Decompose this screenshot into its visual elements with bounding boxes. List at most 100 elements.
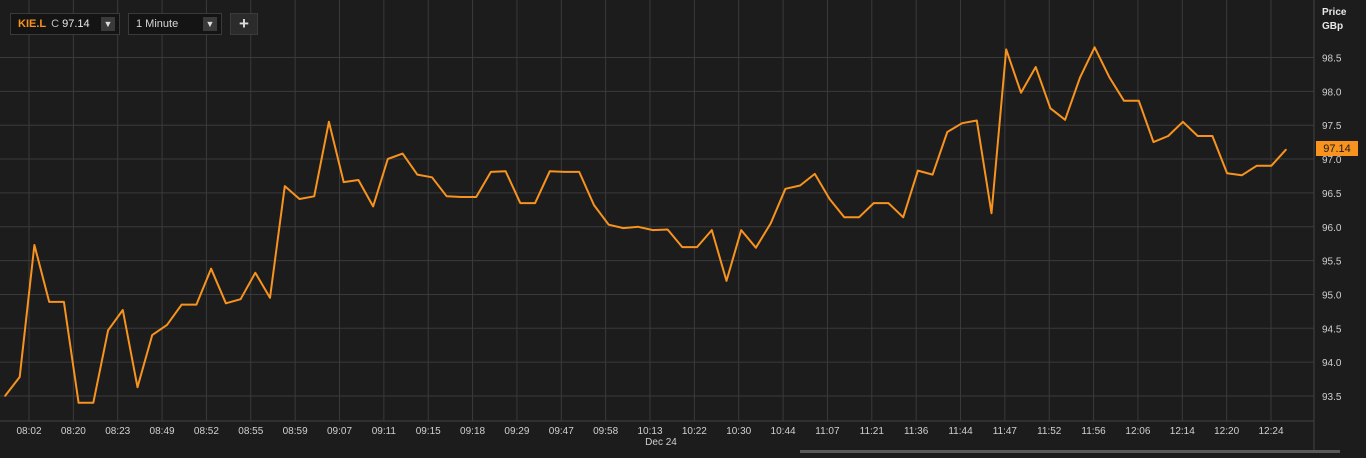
x-tick-label: 12:06	[1125, 426, 1150, 437]
data-point	[961, 122, 963, 124]
x-tick-label: 11:56	[1081, 426, 1106, 437]
data-point	[931, 173, 934, 176]
data-point	[990, 212, 993, 214]
data-point	[917, 169, 919, 172]
data-point	[180, 303, 183, 306]
data-point	[740, 229, 742, 231]
y-tick-label: 94.0	[1322, 358, 1342, 369]
data-point	[1064, 119, 1066, 121]
y-tick-label: 95.0	[1322, 290, 1342, 301]
data-point	[4, 395, 6, 397]
y-tick-label: 95.5	[1322, 257, 1342, 268]
x-tick-label: 11:44	[948, 426, 973, 437]
data-point	[298, 198, 301, 200]
data-point	[254, 272, 257, 274]
data-point	[1285, 148, 1287, 151]
chart-canvas[interactable]: 93.5 94.0 94.5 95.0 95.5 96.0 96.5 97.0 97.5 98.0…	[0, 0, 1366, 453]
dropdown-arrow-icon[interactable]: ▼	[203, 17, 217, 31]
data-point	[460, 196, 463, 198]
y-tick-label: 96.5	[1322, 189, 1342, 200]
data-point	[18, 376, 21, 378]
data-point	[225, 302, 227, 305]
data-point	[342, 181, 345, 183]
data-point	[696, 246, 698, 248]
x-tick-label: 10:30	[726, 426, 751, 437]
data-point	[1167, 135, 1169, 137]
data-point	[210, 267, 212, 270]
x-tick-label: 09:15	[416, 426, 441, 437]
x-tick-label: 11:36	[904, 426, 929, 437]
data-point	[549, 170, 551, 172]
data-point	[151, 334, 153, 336]
data-point	[519, 202, 522, 204]
data-point	[122, 309, 124, 311]
x-tick-label: 11:07	[815, 426, 840, 437]
data-point	[1138, 100, 1140, 102]
x-tick-label: 08:52	[194, 426, 219, 437]
x-tick-label: 12:24	[1258, 426, 1283, 437]
x-date-label: Dec 24	[645, 437, 677, 448]
data-point	[401, 152, 404, 155]
data-point	[504, 170, 507, 172]
data-point	[445, 195, 448, 198]
y-axis-title-price: Price	[1322, 7, 1347, 18]
x-tick-label: 09:18	[460, 426, 485, 437]
x-axis-ticks: 08:02 08:20 08:23 08:49 08:52 08:55 08:59 09:07…	[16, 426, 1283, 437]
data-point	[33, 244, 36, 246]
x-tick-label: 08:20	[61, 426, 86, 437]
last-price-tag: 97.14	[1316, 141, 1358, 156]
x-tick-label: 12:14	[1170, 426, 1195, 437]
data-point	[563, 171, 566, 173]
data-point	[725, 280, 728, 282]
interval-selector[interactable]: 1 Minute ▼	[128, 13, 222, 35]
data-point	[1255, 165, 1258, 167]
dropdown-arrow-icon[interactable]: ▼	[101, 17, 115, 31]
data-point	[858, 216, 860, 219]
data-point	[1152, 141, 1155, 143]
data-point	[593, 204, 595, 206]
data-point	[416, 173, 419, 176]
data-point	[1108, 76, 1111, 78]
data-point	[1123, 100, 1125, 102]
data-point	[799, 184, 801, 187]
data-point	[666, 228, 669, 231]
data-point	[843, 216, 846, 219]
x-tick-label: 09:11	[372, 426, 397, 437]
x-tick-label: 09:47	[549, 426, 574, 437]
data-point	[1020, 91, 1022, 94]
chart-toolbar: KIE.L C 97.14 ▼ 1 Minute ▼ +	[10, 13, 258, 35]
data-point	[239, 298, 242, 301]
y-tick-label: 97.0	[1322, 155, 1342, 166]
x-tick-label: 10:13	[637, 426, 662, 437]
data-point	[387, 158, 389, 160]
data-point	[357, 179, 360, 181]
data-point	[107, 329, 109, 332]
data-point	[1182, 121, 1184, 123]
data-point	[784, 188, 787, 190]
y-tick-label: 94.5	[1322, 324, 1342, 335]
symbol-selector[interactable]: KIE.L C 97.14 ▼	[10, 13, 120, 35]
y-tick-label: 93.5	[1322, 392, 1342, 403]
data-point	[269, 297, 271, 299]
x-tick-label: 08:23	[105, 426, 130, 437]
data-point	[284, 185, 286, 187]
data-point	[681, 246, 684, 248]
data-point	[77, 402, 80, 404]
x-tick-label: 08:59	[283, 426, 308, 437]
data-point	[887, 202, 890, 204]
y-tick-label: 97.5	[1322, 121, 1342, 132]
data-point	[1196, 135, 1199, 137]
data-point	[166, 324, 168, 326]
data-point	[475, 196, 478, 198]
data-point	[328, 121, 330, 123]
price-chart[interactable]: 93.5 94.0 94.5 95.0 95.5 96.0 96.5 97.0 97.5 98.0…	[0, 0, 1366, 453]
x-tick-label: 09:29	[504, 426, 529, 437]
add-series-button[interactable]: +	[230, 13, 258, 35]
x-tick-label: 10:44	[771, 426, 796, 437]
data-point	[976, 119, 978, 122]
y-axis-title: Price GBp	[1322, 6, 1346, 34]
x-tick-label: 12:20	[1214, 426, 1239, 437]
data-point	[711, 229, 713, 231]
data-point	[92, 402, 95, 404]
y-tick-label: 98.5	[1322, 54, 1342, 65]
